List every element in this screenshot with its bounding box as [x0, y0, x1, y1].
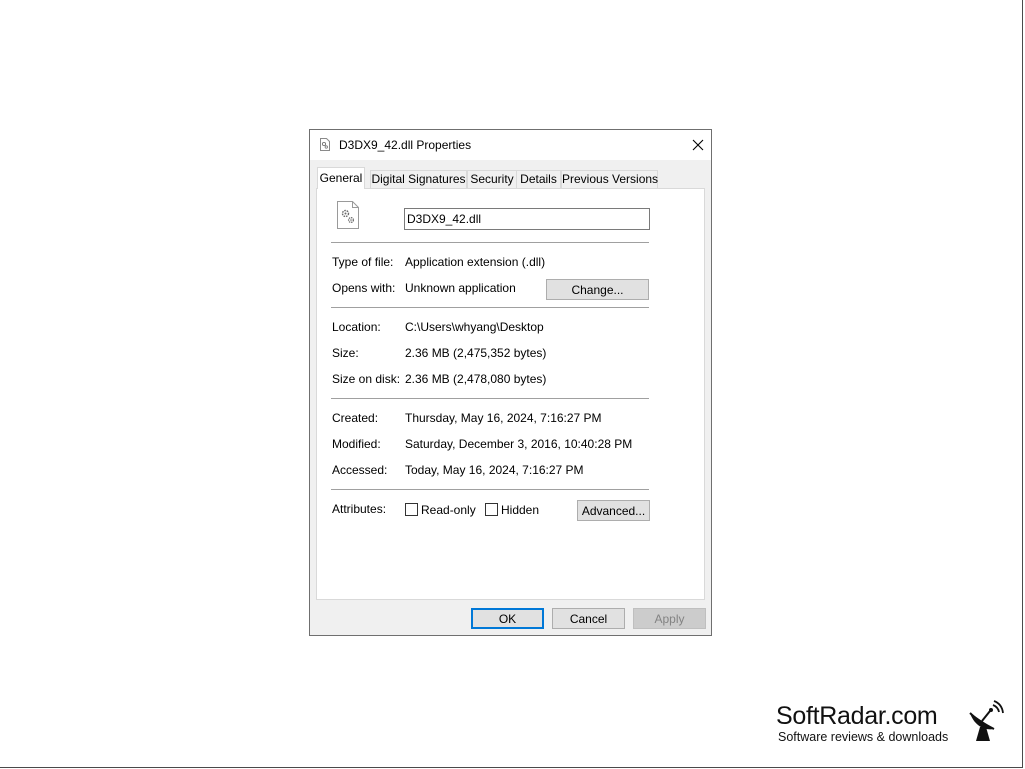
tab-digital-signatures[interactable]: Digital Signatures [370, 170, 467, 188]
close-icon [692, 139, 704, 151]
read-only-label[interactable]: Read-only [421, 503, 476, 517]
cancel-button[interactable]: Cancel [552, 608, 625, 629]
size-value: 2.36 MB (2,475,352 bytes) [405, 346, 547, 360]
type-of-file-label: Type of file: [332, 255, 394, 269]
watermark-name: SoftRadar.com [776, 702, 938, 730]
tab-previous-versions[interactable]: Previous Versions [561, 170, 658, 188]
tab-security[interactable]: Security [467, 170, 517, 188]
opens-with-label: Opens with: [332, 281, 396, 295]
size-label: Size: [332, 346, 359, 360]
change-button[interactable]: Change... [546, 279, 649, 300]
separator [331, 489, 649, 490]
close-button[interactable] [685, 132, 711, 158]
modified-label: Modified: [332, 437, 381, 451]
location-label: Location: [332, 320, 381, 334]
attributes-label: Attributes: [332, 502, 387, 516]
separator [331, 398, 649, 399]
modified-value: Saturday, December 3, 2016, 10:40:28 PM [405, 437, 633, 451]
properties-dialog: D3DX9_42.dll Properties General Digital … [309, 129, 712, 636]
size-on-disk-label: Size on disk: [332, 372, 401, 386]
type-of-file-value: Application extension (.dll) [405, 255, 546, 269]
softradar-watermark: SoftRadar.com Software reviews & downloa… [776, 700, 1006, 752]
dll-file-icon [320, 138, 330, 151]
size-on-disk-value: 2.36 MB (2,478,080 bytes) [405, 372, 547, 386]
general-tab-panel: Type of file: Application extension (.dl… [316, 188, 705, 600]
dll-gear-file-icon [337, 201, 359, 229]
radar-dish-icon [969, 700, 1004, 741]
hidden-label[interactable]: Hidden [501, 503, 539, 517]
window-title: D3DX9_42.dll Properties [339, 138, 472, 152]
title-bar[interactable]: D3DX9_42.dll Properties [310, 130, 711, 160]
ok-button[interactable]: OK [471, 608, 544, 629]
location-value: C:\Users\whyang\Desktop [405, 320, 544, 334]
created-label: Created: [332, 411, 379, 425]
page-border-bottom [0, 767, 1023, 768]
separator [331, 307, 649, 308]
file-name-field[interactable] [404, 208, 650, 230]
advanced-button[interactable]: Advanced... [577, 500, 650, 521]
page-border-right [1022, 0, 1023, 767]
tab-details[interactable]: Details [516, 170, 561, 188]
accessed-value: Today, May 16, 2024, 7:16:27 PM [405, 463, 584, 477]
created-value: Thursday, May 16, 2024, 7:16:27 PM [405, 411, 602, 425]
opens-with-value: Unknown application [405, 281, 516, 295]
read-only-checkbox[interactable] [405, 503, 418, 516]
separator [331, 242, 649, 243]
accessed-label: Accessed: [332, 463, 388, 477]
hidden-checkbox[interactable] [485, 503, 498, 516]
watermark-tagline: Software reviews & downloads [778, 730, 949, 744]
tab-general[interactable]: General [317, 167, 365, 189]
apply-button[interactable]: Apply [633, 608, 706, 629]
